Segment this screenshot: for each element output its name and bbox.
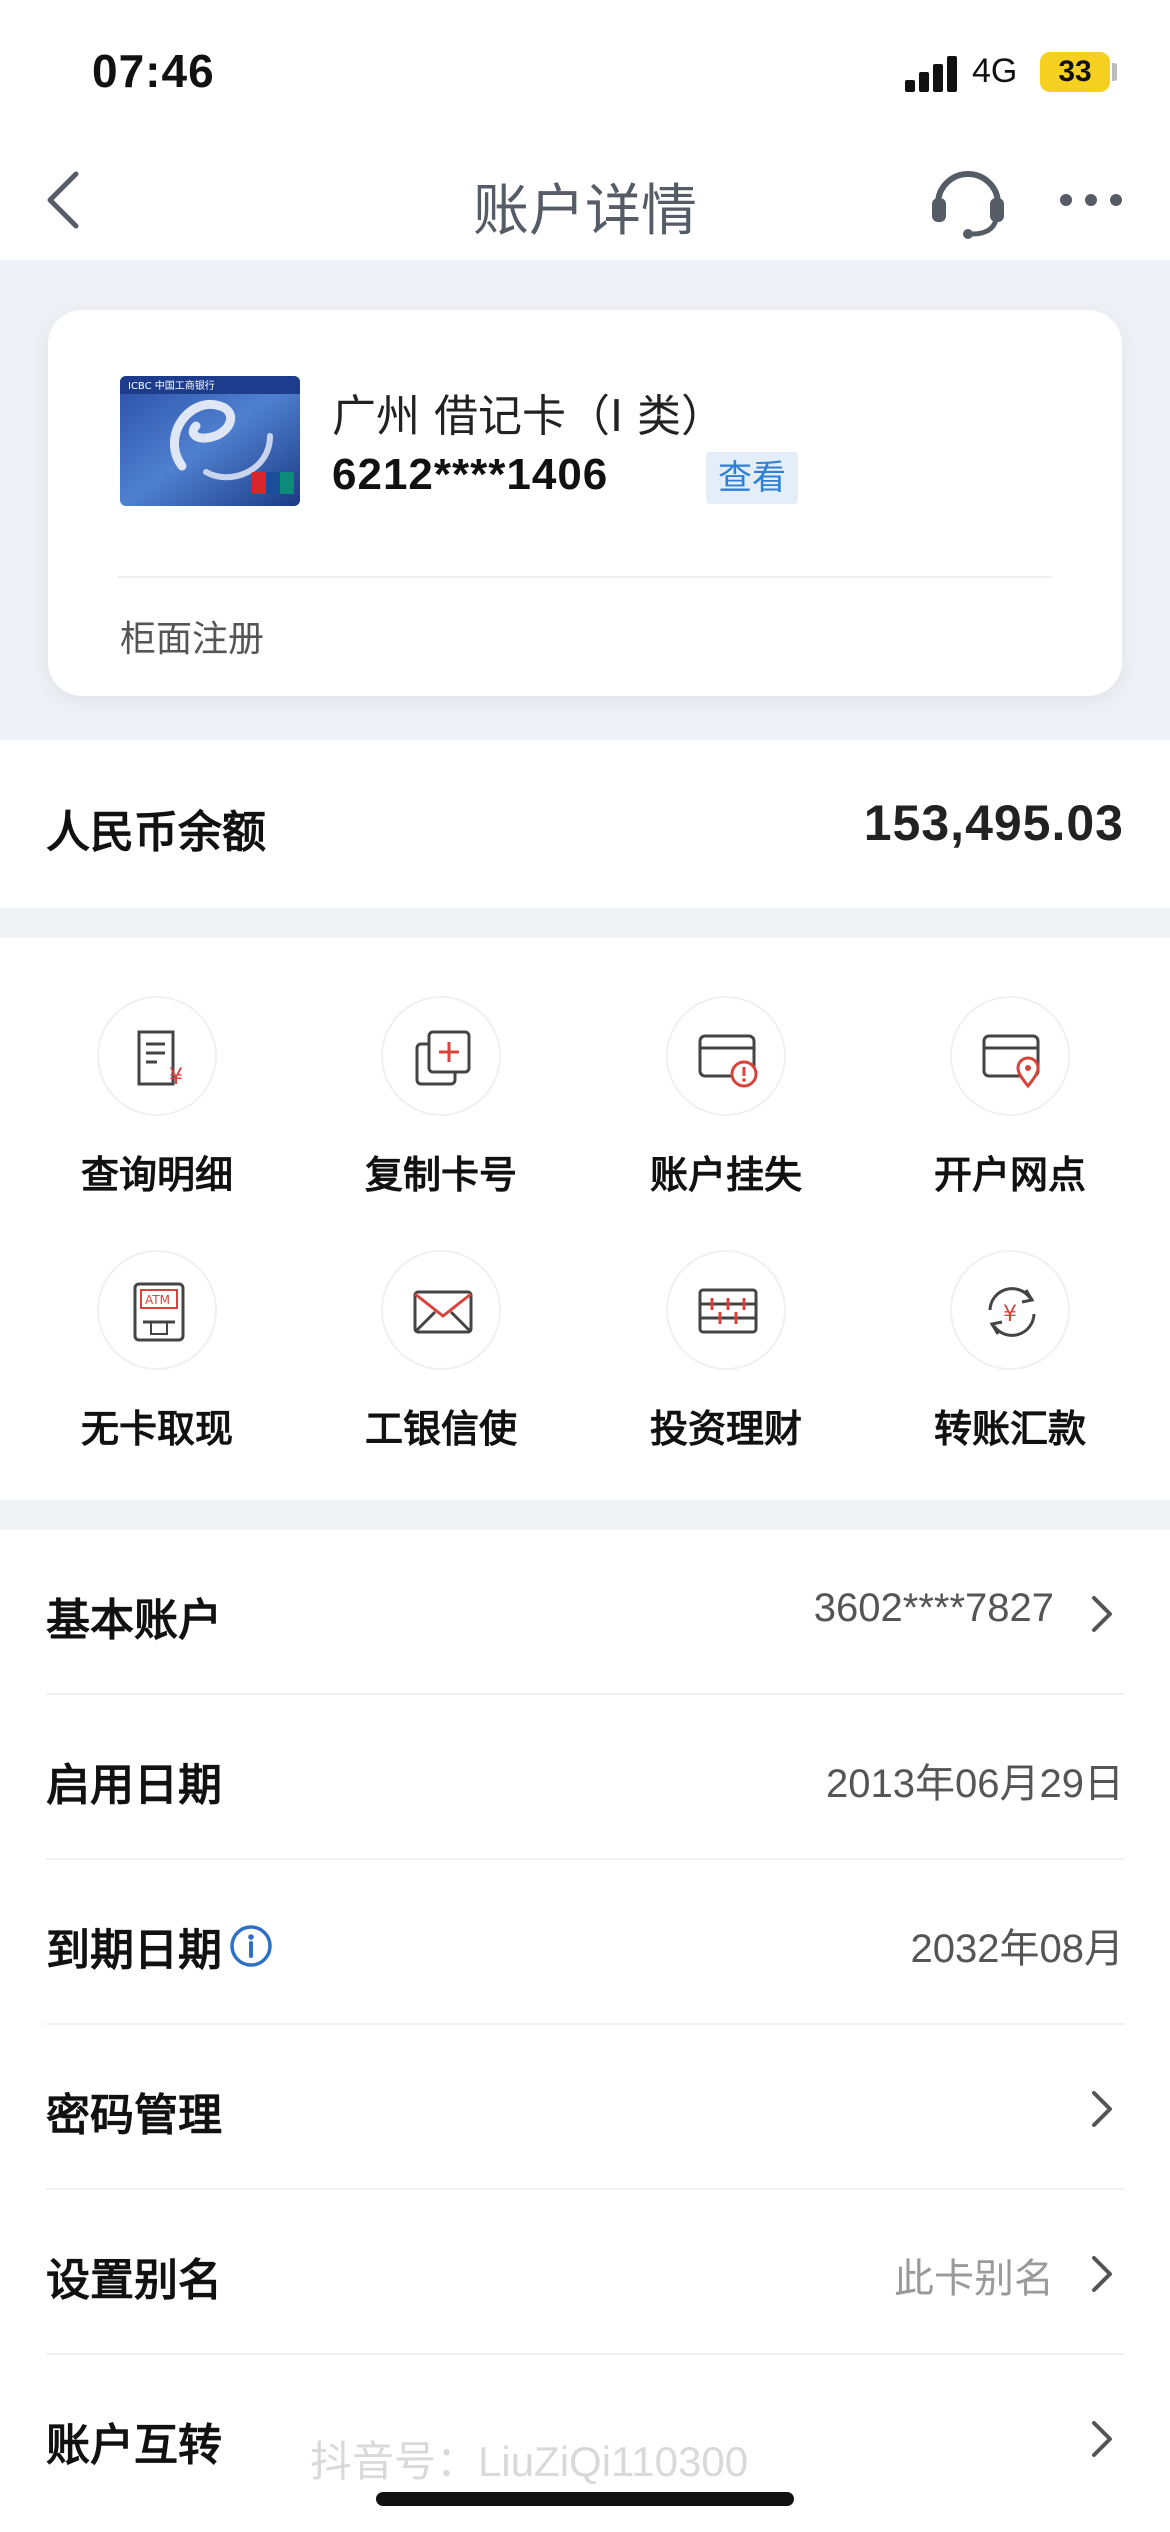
row-value: 2013年06月29日 (826, 1762, 1124, 1806)
row-expiry-date: 到期日期 2032年08月 (46, 1860, 1124, 2025)
copy-icon (415, 1030, 471, 1086)
action-label: 转账汇款 (933, 1407, 1086, 1451)
row-label-wrap: 到期日期 (46, 1914, 274, 1978)
row-label: 启用日期 (46, 1760, 222, 1811)
action-messenger[interactable]: 工银信使 (331, 1192, 551, 1451)
action-label: 工银信使 (364, 1407, 517, 1451)
bank-card-image: ICBC 中国工商银行 (120, 376, 300, 506)
action-label: 查询明细 (80, 1153, 233, 1197)
watermark: 抖音号：LiuZiQi110300 (310, 2438, 749, 2485)
action-label: 账户挂失 (649, 1153, 802, 1197)
detail-list: 基本账户 3602****7827 启用日期 2013年06月29日 到期日期 … (0, 1530, 1170, 2532)
row-value: 2032年08月 (910, 1927, 1124, 1971)
view-card-button[interactable]: 查看 (706, 452, 798, 504)
action-report-loss[interactable]: 账户挂失 (616, 938, 836, 1197)
card-alert-icon (698, 1034, 758, 1088)
action-grid: ¥ 查询明细 复制卡号 账户挂失 开户网点 ATM 无卡取现 工银信使 投资理财… (0, 938, 1170, 1500)
customer-service-icon[interactable] (926, 158, 1010, 242)
transfer-icon: ¥ (988, 1287, 1036, 1337)
icon-circle (666, 1250, 786, 1370)
statement-icon: ¥ (137, 1030, 183, 1090)
card-name: 广州 借记卡（I 类） (332, 391, 725, 442)
row-label: 基本账户 (46, 1595, 222, 1646)
action-copy-card-number[interactable]: 复制卡号 (331, 938, 551, 1197)
chevron-right-icon (1092, 2256, 1112, 2292)
row-label: 密码管理 (46, 2090, 222, 2141)
balance-row: 人民币余额 153,495.03 (0, 740, 1170, 908)
more-icon[interactable] (1056, 180, 1126, 220)
chevron-right-icon (1092, 2421, 1112, 2457)
icon-circle: ¥ (950, 1250, 1070, 1370)
row-value: 3602****7827 (813, 1586, 1054, 1630)
row-set-alias[interactable]: 设置别名 此卡别名 (46, 2190, 1124, 2355)
action-cardless-withdrawal[interactable]: ATM 无卡取现 (47, 1192, 267, 1451)
network-type: 4G (972, 52, 1018, 90)
nav-bar: 账户详情 (0, 140, 1170, 260)
row-label: 到期日期 (46, 1925, 222, 1976)
icon-circle: ATM (97, 1250, 217, 1370)
atm-icon: ATM (133, 1282, 185, 1342)
svg-text:¥: ¥ (1003, 1302, 1017, 1327)
home-indicator[interactable] (376, 2492, 794, 2506)
battery-cap (1112, 63, 1117, 81)
status-time: 07:46 (92, 45, 215, 97)
icon-circle (950, 996, 1070, 1116)
action-transfer[interactable]: ¥ 转账汇款 (900, 1192, 1120, 1451)
abacus-icon (698, 1288, 758, 1334)
svg-text:¥: ¥ (169, 1065, 183, 1090)
icon-circle (666, 996, 786, 1116)
registration-channel: 柜面注册 (120, 619, 265, 660)
action-branch[interactable]: 开户网点 (900, 938, 1120, 1197)
info-icon[interactable] (228, 1923, 274, 1969)
envelope-icon (413, 1290, 473, 1334)
signal-icon (905, 56, 957, 92)
status-bar: 07:46 4G 33 (0, 0, 1170, 140)
chevron-right-icon (1092, 2091, 1112, 2127)
row-password-management[interactable]: 密码管理 (46, 2025, 1124, 2190)
card-location-icon (982, 1034, 1040, 1089)
action-label: 复制卡号 (364, 1153, 517, 1197)
action-label: 投资理财 (649, 1407, 802, 1451)
action-statement[interactable]: ¥ 查询明细 (47, 938, 267, 1197)
chevron-right-icon (1092, 1596, 1112, 1632)
action-investment[interactable]: 投资理财 (616, 1192, 836, 1451)
row-value: 此卡别名 (894, 2257, 1054, 2301)
card-bank-text: ICBC 中国工商银行 (128, 379, 215, 392)
icon-circle (381, 1250, 501, 1370)
icon-circle (381, 996, 501, 1116)
card-number: 6212****1406 (332, 450, 609, 499)
battery-level: 33 (1058, 55, 1092, 88)
atm-text: ATM (145, 1293, 170, 1307)
account-detail-screen: 07:46 4G 33 账户详情 ICBC 中国工商银行 广州 借记卡（I 类）… (0, 0, 1170, 2532)
balance-label: 人民币余额 (46, 807, 266, 858)
action-label: 无卡取现 (80, 1407, 233, 1451)
divider (118, 576, 1052, 578)
row-activation-date: 启用日期 2013年06月29日 (46, 1695, 1124, 1860)
battery-icon: 33 (1040, 52, 1110, 92)
row-basic-account[interactable]: 基本账户 3602****7827 (46, 1530, 1124, 1695)
card-section: ICBC 中国工商银行 广州 借记卡（I 类） 6212****1406 查看 … (0, 260, 1170, 740)
row-label: 设置别名 (46, 2255, 222, 2306)
bank-card-panel: ICBC 中国工商银行 广州 借记卡（I 类） 6212****1406 查看 … (48, 310, 1122, 696)
action-label: 开户网点 (933, 1153, 1086, 1197)
icon-circle: ¥ (97, 996, 217, 1116)
balance-value: 153,495.03 (863, 795, 1124, 851)
row-label: 账户互转 (46, 2420, 222, 2471)
